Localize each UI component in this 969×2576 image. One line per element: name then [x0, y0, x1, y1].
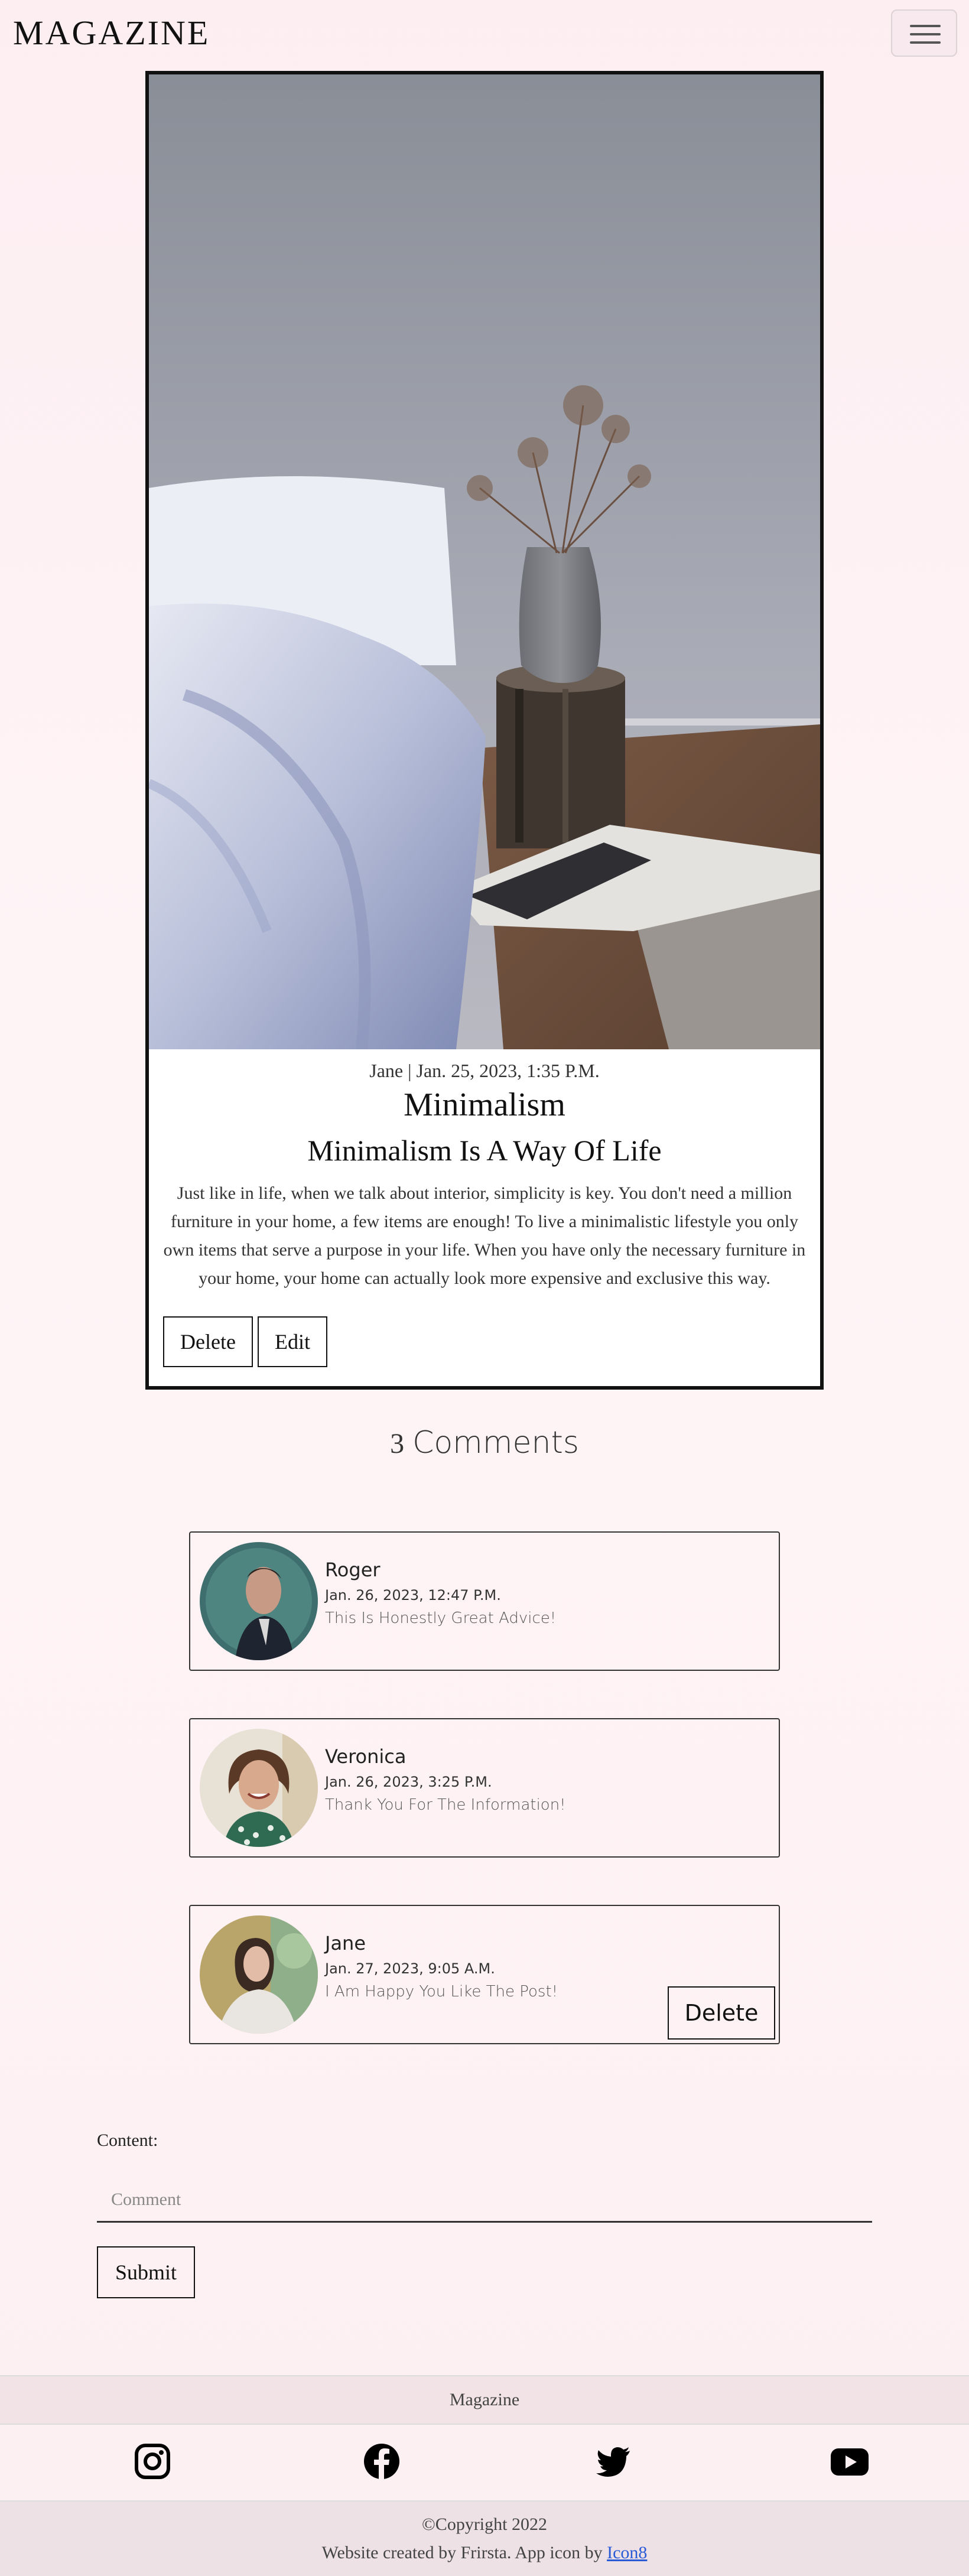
comment-text: I Am Happy You Like The Post! [325, 1983, 558, 2001]
comment-date: Jan. 26, 2023, 3:25 P.M. [325, 1774, 492, 1790]
comment-card: Veronica Jan. 26, 2023, 3:25 P.M. Thank … [189, 1718, 780, 1858]
comment-author: Veronica [325, 1745, 407, 1768]
edit-post-button[interactable]: Edit [258, 1316, 327, 1367]
icon8-link[interactable]: Icon8 [607, 2543, 647, 2562]
post-body: Just like in life, when we talk about in… [163, 1183, 806, 1288]
youtube-icon[interactable] [830, 2442, 870, 2480]
navbar: MAGAZINE [0, 0, 969, 65]
twitter-icon[interactable] [594, 2442, 632, 2480]
copyright-text: ©Copyright 2022 [422, 2515, 547, 2534]
facebook-icon[interactable] [363, 2442, 401, 2480]
content-label: Content: [97, 2131, 158, 2150]
comment-text: This Is Honestly Great Advice! [325, 1609, 557, 1627]
footer-bottom: ©Copyright 2022 Website created by Frirs… [0, 2500, 969, 2576]
avatar [200, 1542, 318, 1660]
comments-count: 3 [390, 1428, 405, 1459]
avatar [200, 1729, 318, 1847]
delete-comment-button[interactable]: Delete [668, 1986, 775, 2040]
footer-title: Magazine [0, 2376, 969, 2425]
comments-heading: 3 Comments [0, 1425, 969, 1461]
comment-date: Jan. 27, 2023, 9:05 A.M. [325, 1960, 495, 1977]
brand-logo[interactable]: MAGAZINE [13, 13, 210, 53]
footer: Magazine ©Copyright 2022 Website created… [0, 2375, 969, 2576]
comment-card: Jane Jan. 27, 2023, 9:05 A.M. I Am Happy… [189, 1905, 780, 2044]
comment-input[interactable] [97, 2178, 872, 2223]
credits-text: Website created by Frirsta. App icon by … [0, 2543, 969, 2563]
comment-card: Roger Jan. 26, 2023, 12:47 P.M. This Is … [189, 1531, 780, 1671]
comment-author: Jane [325, 1932, 366, 1954]
hamburger-icon-line [910, 25, 941, 27]
submit-button[interactable]: Submit [97, 2246, 195, 2298]
post-image [149, 74, 820, 1049]
comment-author: Roger [325, 1559, 381, 1581]
comments-heading-label: Comments [412, 1425, 579, 1461]
post-meta: Jane | Jan. 25, 2023, 1:35 P.M. [369, 1060, 600, 1081]
post-card: Jane | Jan. 25, 2023, 1:35 P.M. Minimali… [145, 71, 824, 1390]
comment-text: Thank You For The Information! [325, 1796, 566, 1814]
bedroom-photo [149, 74, 820, 1049]
post-subtitle: Minimalism Is A Way Of Life [307, 1134, 662, 1167]
avatar [200, 1915, 318, 2034]
delete-post-button[interactable]: Delete [163, 1316, 253, 1367]
comment-date: Jan. 26, 2023, 12:47 P.M. [325, 1587, 501, 1604]
credits-prefix: Website created by Frirsta. App icon by [321, 2543, 607, 2562]
hamburger-icon-line [910, 41, 941, 44]
instagram-icon[interactable] [134, 2442, 171, 2480]
hamburger-icon-line [910, 33, 941, 35]
menu-toggle-button[interactable] [891, 9, 957, 57]
post-title: Minimalism [404, 1087, 565, 1123]
